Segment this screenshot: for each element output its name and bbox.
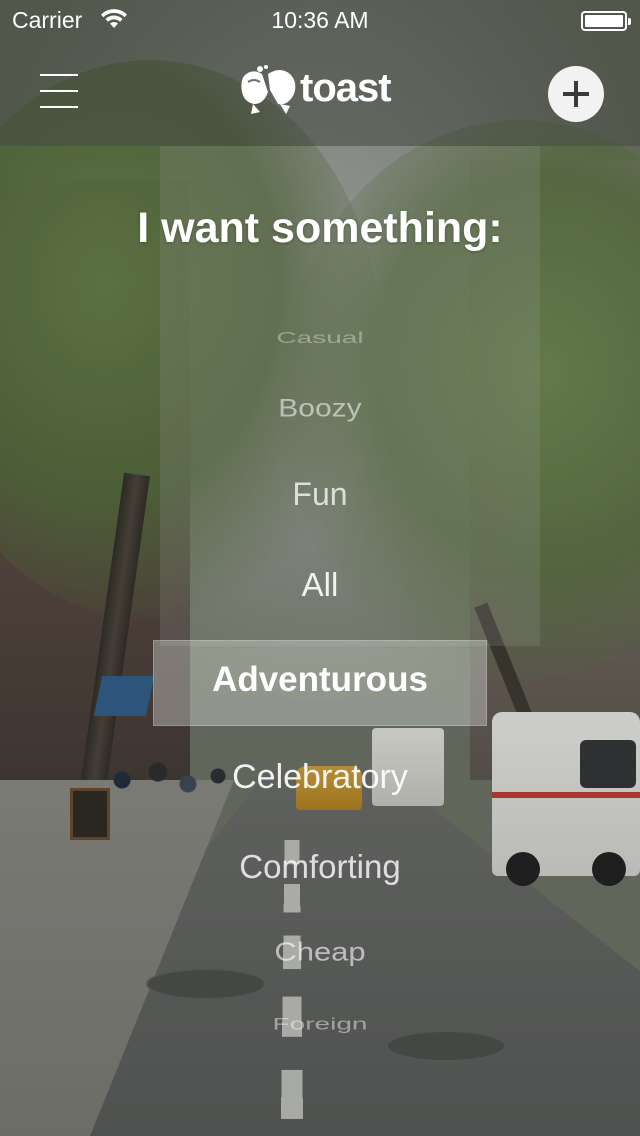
battery-icon (581, 11, 631, 31)
app-title: toast (300, 66, 392, 110)
picker-option-fun[interactable]: Fun (0, 476, 640, 513)
clock: 10:36 AM (271, 7, 369, 33)
picker-option-adventurous[interactable]: Adventurous (0, 660, 640, 700)
mood-picker[interactable]: Casual Boozy Fun All Adventurous Celebra… (0, 300, 640, 1060)
toast-glasses-icon (241, 65, 296, 114)
picker-option-casual[interactable]: Casual (0, 329, 640, 347)
status-bar: Carrier 10:36 AM (0, 0, 640, 40)
picker-option-celebratory[interactable]: Celebratory (0, 758, 640, 797)
picker-option-cheap[interactable]: Cheap (0, 937, 640, 968)
picker-option-all[interactable]: All (0, 566, 640, 604)
picker-option-foreign[interactable]: Foreign (0, 1014, 640, 1033)
picker-option-comforting[interactable]: Comforting (0, 848, 640, 886)
add-button[interactable] (548, 66, 604, 122)
picker-option-boozy[interactable]: Boozy (0, 395, 640, 423)
hamburger-menu-icon (40, 74, 78, 76)
page-heading: I want something: (137, 204, 503, 252)
app-logo: toast (238, 62, 408, 122)
menu-button[interactable] (40, 72, 80, 110)
nav-bar: toast (0, 40, 640, 146)
